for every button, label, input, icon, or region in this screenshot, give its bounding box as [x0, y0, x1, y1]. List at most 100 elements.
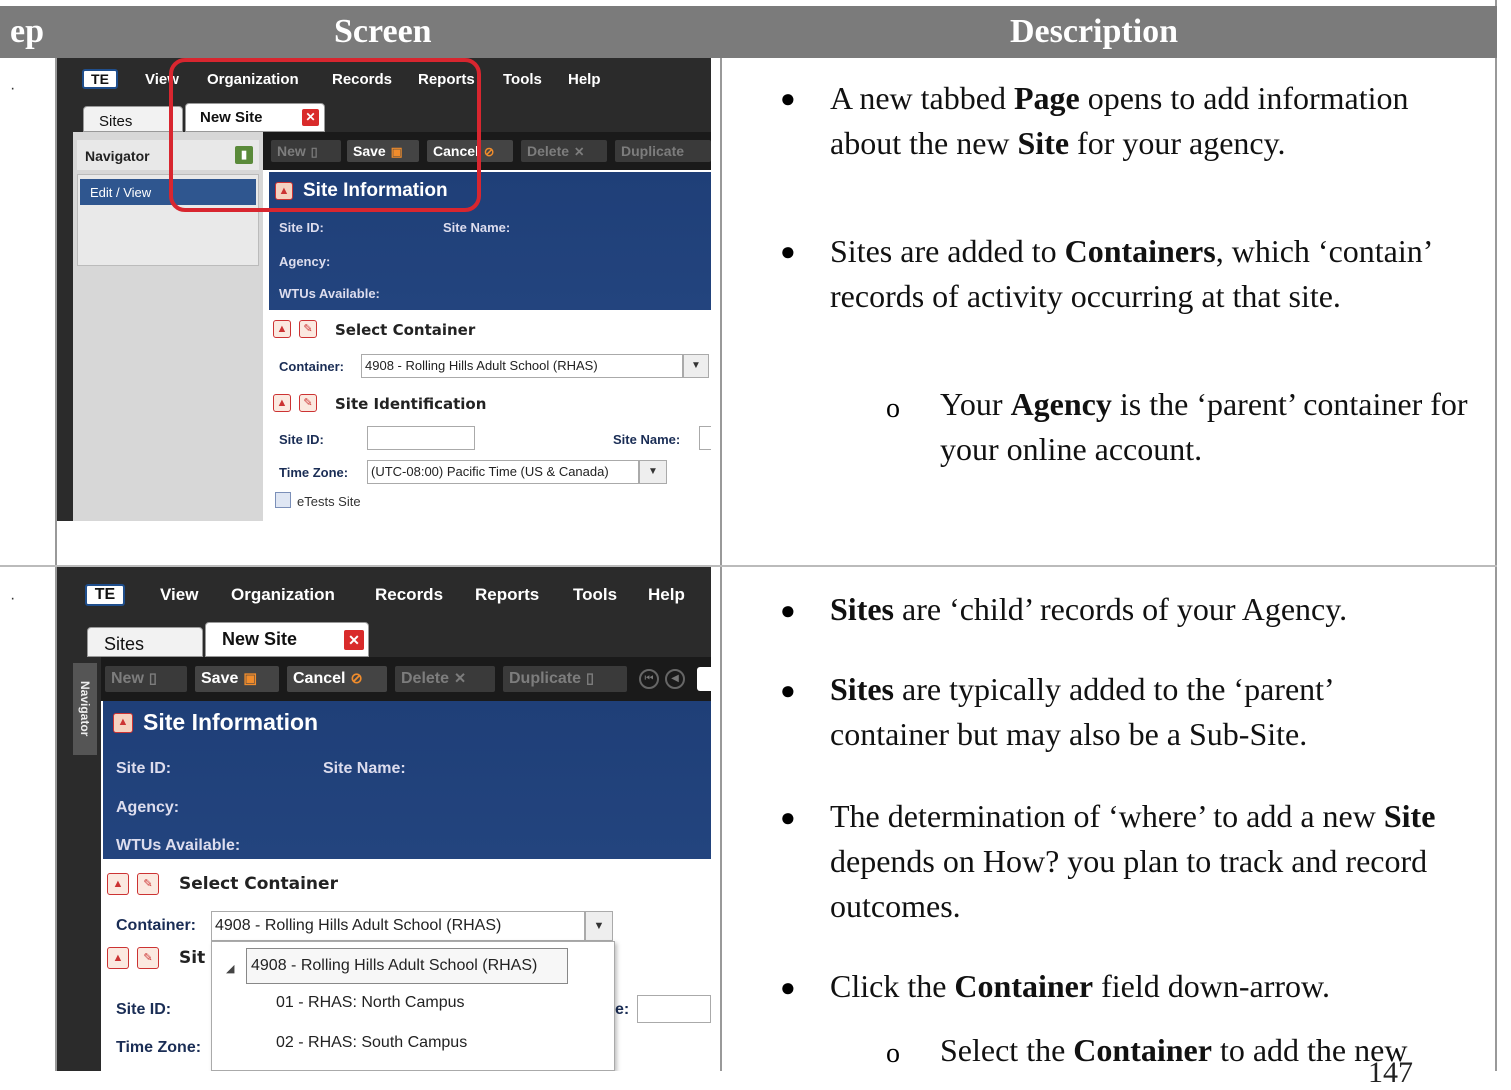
container-label: Container:: [116, 917, 196, 934]
bold-term: Container: [954, 968, 1094, 1004]
bold-term: Container: [1073, 1032, 1212, 1068]
chevron-down-icon[interactable]: ▼: [639, 460, 667, 484]
time-zone-label: Time Zone:: [116, 1039, 202, 1056]
edit-icon[interactable]: ✎: [137, 947, 159, 969]
site-information-panel: ▲ Site Information Site ID: Site Name: A…: [103, 701, 711, 859]
left-rail: Navigator: [57, 657, 101, 1071]
te-logo: TE: [85, 584, 125, 606]
dropdown-item-selected[interactable]: 4908 - Rolling Hills Adult School (RHAS): [246, 948, 568, 984]
description-text: Your Agency is the ‘parent’ container fo…: [940, 382, 1495, 472]
chevron-down-icon[interactable]: ▼: [585, 911, 613, 941]
tab-strip: Sites New Site ✕: [57, 619, 711, 657]
collapse-icon[interactable]: ▲: [273, 320, 291, 338]
time-zone-select[interactable]: (UTC-08:00) Pacific Time (US & Canada): [367, 460, 639, 484]
bold-term: Containers: [1064, 233, 1216, 269]
duplicate-icon: ▯: [586, 671, 594, 687]
cancel-icon: ⊘: [350, 671, 363, 687]
dropdown-item[interactable]: 01 - RHAS: North Campus: [276, 994, 465, 1012]
instruction-table: ep Screen Description · · TE View Organi…: [0, 0, 1497, 1089]
tab-sites[interactable]: Sites: [83, 106, 183, 132]
site-id-input[interactable]: [367, 426, 475, 450]
edit-icon[interactable]: ✎: [299, 394, 317, 412]
cancel-button[interactable]: Cancel ⊘: [287, 666, 387, 692]
dropdown-item[interactable]: 02 - RHAS: South Campus: [276, 1034, 467, 1052]
duplicate-label: Duplicate: [621, 143, 685, 159]
duplicate-button[interactable]: Duplicate ▯: [503, 666, 627, 692]
duplicate-label: Duplicate: [509, 670, 582, 687]
menu-records[interactable]: Records: [375, 585, 443, 605]
container-select[interactable]: 4908 - Rolling Hills Adult School (RHAS): [361, 354, 683, 378]
menu-help[interactable]: Help: [568, 71, 601, 88]
description-text: Sites are ‘child’ records of your Agency…: [830, 587, 1470, 632]
delete-button[interactable]: Delete ✕: [395, 666, 495, 692]
bullet-icon: ●: [780, 237, 796, 266]
bullet-icon: ●: [780, 596, 796, 625]
close-icon[interactable]: ✕: [344, 630, 364, 650]
collapse-icon[interactable]: ▲: [107, 873, 129, 895]
site-name-input[interactable]: [699, 426, 711, 450]
new-label: New: [111, 670, 144, 687]
bullet-icon: ●: [780, 803, 796, 832]
etests-checkbox[interactable]: [275, 492, 291, 508]
cancel-icon: ⊘: [483, 145, 495, 159]
bold-term: Sites: [830, 671, 894, 707]
sub-bullet-icon: o: [886, 1038, 900, 1069]
menu-bar: TE View Organization Records Reports Too…: [57, 567, 711, 619]
left-rail: [57, 132, 73, 521]
menu-tools[interactable]: Tools: [503, 71, 542, 88]
chevron-down-icon[interactable]: ▼: [683, 354, 709, 378]
screen-header: Screen: [334, 13, 432, 50]
bold-term: Sites: [830, 591, 894, 627]
menu-help[interactable]: Help: [648, 585, 685, 605]
delete-label: Delete: [401, 670, 450, 687]
navigator-collapsed-tab[interactable]: Navigator: [73, 663, 97, 755]
site-name-label: Site Name:: [443, 220, 511, 235]
edit-icon[interactable]: ✎: [137, 873, 159, 895]
collapse-icon[interactable]: ▲: [273, 394, 291, 412]
text-run: Sites are added to: [830, 233, 1065, 269]
text-run: for your agency.: [1069, 125, 1286, 161]
container-label: Container:: [279, 359, 344, 374]
select-container-title: Select Container: [335, 321, 476, 339]
edit-icon[interactable]: ✎: [299, 320, 317, 338]
tab-sites[interactable]: Sites: [87, 627, 203, 657]
bold-term: Site: [1017, 125, 1070, 161]
delete-button[interactable]: Delete ✕: [521, 140, 607, 162]
site-identification-title: Site Identification: [335, 395, 487, 413]
site-information-title: Site Information: [143, 709, 319, 735]
text-run: The determination of ‘where’ to add a ne…: [830, 798, 1384, 834]
wtus-label: WTUs Available:: [279, 286, 380, 301]
screenshot-new-site: TE View Organization Records Reports Too…: [57, 58, 711, 521]
save-button[interactable]: Save ▣: [195, 666, 279, 692]
previous-record-icon[interactable]: ◀: [665, 669, 685, 689]
tab-new-site[interactable]: New Site ✕: [205, 622, 369, 657]
step-marker: ·: [10, 80, 16, 97]
menu-tools[interactable]: Tools: [573, 585, 617, 605]
save-label: Save: [201, 670, 239, 687]
collapse-icon[interactable]: ▲: [113, 713, 133, 733]
menu-view[interactable]: View: [160, 585, 198, 605]
highlight-box: [169, 58, 481, 212]
site-name-label: Site Name:: [613, 432, 681, 447]
tab-label: New Site: [222, 629, 298, 649]
text-run: depends on How? you plan to track and re…: [830, 843, 1428, 924]
new-icon: ▯: [148, 671, 157, 687]
site-name-label: Site Name:: [323, 760, 406, 777]
site-name-input[interactable]: [637, 995, 711, 1023]
agency-label: Agency:: [279, 254, 331, 269]
bold-term: Agency: [1010, 386, 1112, 422]
menu-organization[interactable]: Organization: [231, 585, 335, 605]
bullet-icon: ●: [780, 676, 796, 705]
step-header: ep: [10, 13, 44, 50]
site-id-label: Site ID:: [279, 220, 324, 235]
menu-reports[interactable]: Reports: [475, 585, 539, 605]
record-field[interactable]: [697, 667, 711, 691]
text-run: A new tabbed: [830, 80, 1014, 116]
duplicate-button[interactable]: Duplicate: [615, 140, 711, 162]
expand-arrow-icon[interactable]: ◢: [226, 962, 234, 975]
first-record-icon[interactable]: ⏮: [639, 669, 659, 689]
container-select[interactable]: 4908 - Rolling Hills Adult School (RHAS): [211, 911, 585, 941]
delete-label: Delete: [527, 143, 570, 159]
collapse-icon[interactable]: ▲: [107, 947, 129, 969]
new-button[interactable]: New ▯: [105, 666, 187, 692]
